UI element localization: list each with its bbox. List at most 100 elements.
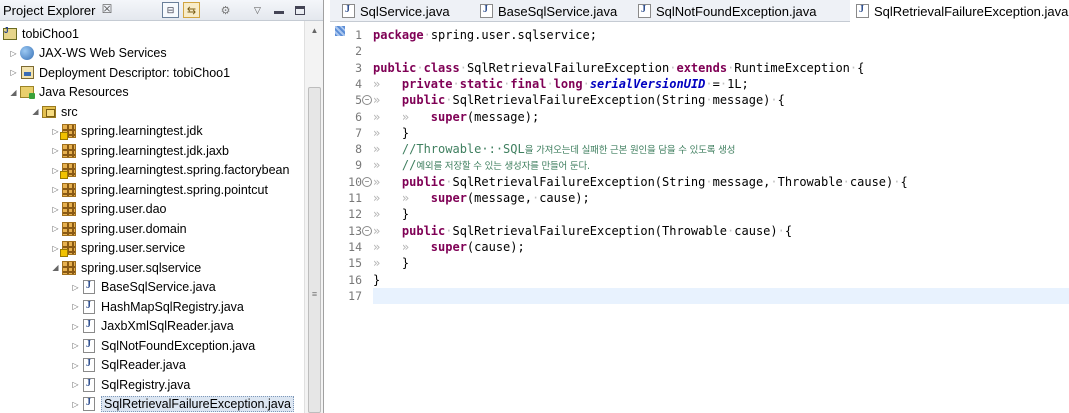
tree-item-label: spring.learningtest.jdk.jaxb	[81, 143, 229, 158]
fold-toggle-icon[interactable]: −	[362, 95, 372, 106]
expand-arrow-icon[interactable]: ◢	[50, 263, 61, 272]
editor-tab-label: SqlNotFoundException.java	[656, 3, 817, 19]
expand-arrow-icon[interactable]: ◢	[8, 88, 19, 97]
editor-tab[interactable]: BaseSqlService.java	[474, 0, 623, 22]
java-file-icon	[83, 377, 95, 392]
tree-item[interactable]: tobiChoo1	[2, 24, 79, 44]
code-line[interactable]: » » super(cause);	[373, 239, 1069, 255]
fold-toggle-icon[interactable]: −	[362, 176, 372, 187]
tree-item[interactable]: ▷ SqlRegistry.java	[70, 375, 190, 395]
source-folder-icon	[41, 104, 57, 120]
editor-tab[interactable]: SqlNotFoundException.java	[632, 0, 822, 22]
collapse-arrow-icon[interactable]: ▷	[70, 361, 81, 370]
tree-item[interactable]: ◢ Java Resources	[8, 83, 129, 103]
collapse-arrow-icon[interactable]: ▷	[8, 49, 19, 58]
editor-tab-label: BaseSqlService.java	[498, 3, 618, 19]
java-file-icon	[81, 279, 97, 295]
code-line[interactable]	[373, 43, 1069, 59]
java-resources-icon	[20, 86, 35, 100]
tree-item[interactable]: ▷ spring.learningtest.jdk	[50, 122, 203, 142]
project-explorer-panel: Project Explorer ☒ ⊟ ⇆ ⚙ ▽ tobiChoo1▷JAX…	[0, 0, 324, 413]
tree-scrollbar[interactable]: ▲ ≡	[304, 21, 323, 413]
code-line[interactable]: » //Throwable·:·SQL을 가져오는데 실패한 근본 원인을 담을…	[373, 141, 1069, 157]
tree-item[interactable]: ▷ SqlReader.java	[70, 356, 186, 376]
tree-item[interactable]: ▷ HashMapSqlRegistry.java	[70, 297, 244, 317]
scroll-up-icon[interactable]: ▲	[307, 23, 322, 38]
editor-tab[interactable]: SqlRetrievalFailureException.java	[850, 0, 1069, 22]
collapse-arrow-icon[interactable]: ▷	[50, 224, 61, 233]
maximize-icon[interactable]	[291, 2, 308, 18]
view-menu-icon[interactable]: ▽	[249, 2, 266, 18]
code-line[interactable]: » » super(message,·cause);	[373, 190, 1069, 206]
tree-item[interactable]: ▷ SqlRetrievalFailureException.java	[70, 395, 294, 413]
tree-item[interactable]: ◢ spring.user.sqlservice	[50, 258, 201, 278]
tree-item[interactable]: ▷ JaxbXmlSqlReader.java	[70, 317, 234, 337]
collapse-arrow-icon[interactable]: ▷	[70, 400, 81, 409]
code-line[interactable]: public·class·SqlRetrievalFailureExceptio…	[373, 60, 1069, 76]
tree-item[interactable]: ▷ spring.learningtest.spring.pointcut	[50, 180, 268, 200]
java-file-icon	[342, 4, 355, 18]
collapse-arrow-icon[interactable]: ▷	[70, 283, 81, 292]
code-line[interactable]: » public·SqlRetrievalFailureException(Th…	[373, 223, 1069, 239]
collapse-arrow-icon[interactable]: ▷	[70, 380, 81, 389]
filter-icon[interactable]: ⚙	[217, 2, 234, 18]
java-file-icon	[81, 318, 97, 334]
code-line[interactable]: » }	[373, 125, 1069, 141]
line-number: 3	[355, 60, 362, 75]
code-line[interactable]: » public·SqlRetrievalFailureException(St…	[373, 174, 1069, 190]
tree-item[interactable]: ▷ spring.learningtest.spring.factorybean	[50, 161, 289, 181]
java-file-icon	[81, 338, 97, 354]
editor-tab[interactable]: SqlService.java	[336, 0, 456, 22]
expand-arrow-icon[interactable]: ◢	[30, 107, 41, 116]
tree-item[interactable]: ▷ spring.learningtest.jdk.jaxb	[50, 141, 229, 161]
code-line[interactable]: » //예외를 저장할 수 있는 생성자를 만들어 둔다.	[373, 157, 1069, 173]
package-warning-icon	[60, 241, 76, 258]
tree-item-label: BaseSqlService.java	[101, 280, 216, 295]
code-line[interactable]: » private·static·final·long·serialVersio…	[373, 76, 1069, 92]
code-line[interactable]: » }	[373, 255, 1069, 271]
project-explorer-title[interactable]: Project Explorer	[3, 3, 95, 18]
collapse-arrow-icon[interactable]: ▷	[70, 322, 81, 331]
tree-item[interactable]: ▷ SqlNotFoundException.java	[70, 336, 255, 356]
collapse-arrow-icon[interactable]: ▷	[70, 302, 81, 311]
java-file-icon	[83, 397, 95, 412]
code-line[interactable]: » }	[373, 206, 1069, 222]
collapse-arrow-icon[interactable]: ▷	[8, 68, 19, 77]
tree-item[interactable]: ▷ JAX-WS Web Services	[8, 44, 167, 64]
line-number: 16	[348, 272, 362, 287]
collapse-arrow-icon[interactable]: ▷	[50, 146, 61, 155]
code-line[interactable]: }	[373, 272, 1069, 288]
java-file-icon	[81, 299, 97, 315]
collapse-arrow-icon[interactable]: ▷	[70, 341, 81, 350]
package-icon	[61, 182, 77, 198]
close-icon[interactable]: ☒	[100, 2, 114, 16]
tree-item[interactable]: ▷ spring.user.dao	[50, 200, 166, 220]
collapse-all-icon[interactable]: ⊟	[162, 2, 179, 18]
java-file-icon	[81, 396, 97, 412]
line-number: 14	[348, 239, 362, 254]
code-line[interactable]: package·spring.user.sqlservice;	[373, 27, 1069, 43]
tree-item[interactable]: ▷ BaseSqlService.java	[70, 278, 216, 298]
minimize-icon[interactable]	[270, 2, 287, 18]
collapse-arrow-icon[interactable]: ▷	[50, 205, 61, 214]
code-line[interactable]	[373, 287, 1069, 305]
tree-item[interactable]: ▷ spring.user.service	[50, 239, 185, 259]
link-with-editor-icon[interactable]: ⇆	[183, 2, 200, 18]
fold-toggle-icon[interactable]: −	[362, 225, 372, 236]
code-line[interactable]: » » super(message);	[373, 109, 1069, 125]
tree-item[interactable]: ▷ Deployment Descriptor: tobiChoo1	[8, 63, 230, 83]
line-number: 15	[348, 256, 362, 271]
editor-tab-label: SqlRetrievalFailureException.java	[874, 3, 1069, 19]
line-number: 6	[355, 109, 362, 124]
java-file-icon	[480, 4, 493, 18]
tree-item[interactable]: ▷ spring.user.domain	[50, 219, 187, 239]
code-line[interactable]: » public·SqlRetrievalFailureException(St…	[373, 92, 1069, 108]
scrollbar-thumb[interactable]: ≡	[308, 87, 321, 413]
web-services-icon	[20, 46, 34, 61]
collapse-arrow-icon[interactable]: ▷	[50, 185, 61, 194]
line-number: 17	[348, 288, 362, 303]
tree-item[interactable]: ◢ src	[30, 102, 77, 122]
java-file-icon	[81, 357, 97, 373]
package-icon	[61, 143, 77, 159]
code-area[interactable]: package·spring.user.sqlservice; public·cl…	[373, 22, 1069, 413]
